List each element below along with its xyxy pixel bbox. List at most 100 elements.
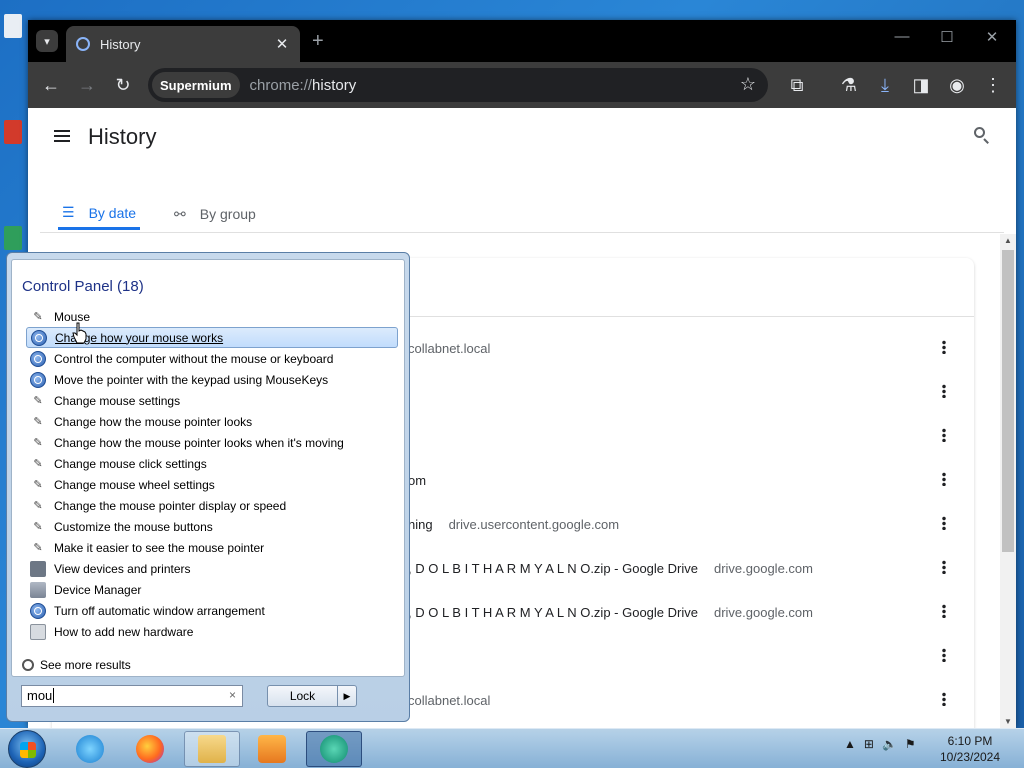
more-vert-icon[interactable] (942, 604, 946, 618)
start-button[interactable] (8, 730, 46, 768)
lock-button-label[interactable]: Lock (268, 686, 338, 706)
new-tab-button[interactable]: + (312, 30, 324, 53)
tab-history[interactable]: History ✕ (66, 26, 300, 62)
printer-icon (30, 560, 46, 577)
search-result-item[interactable]: ✎ Change how the mouse pointer looks when… (26, 432, 398, 453)
mouse-icon: ✎ (33, 521, 43, 533)
forward-button[interactable]: → (74, 72, 100, 98)
taskbar-firefox[interactable] (122, 731, 178, 767)
maximize-button[interactable]: ☐ (933, 28, 961, 46)
minimize-button[interactable]: — (888, 28, 916, 45)
more-vert-icon[interactable] (942, 384, 946, 398)
taskbar-supermium[interactable] (306, 731, 362, 767)
clock[interactable]: 6:10 PM 10/23/2024 (934, 733, 1006, 765)
downloads-button[interactable]: ⤓ (872, 72, 898, 98)
search-result-item[interactable]: ✎ Change mouse click settings (26, 453, 398, 474)
search-result-item[interactable]: ✎ Make it easier to see the mouse pointer (26, 537, 398, 558)
start-search-input[interactable]: mou × (21, 685, 243, 707)
search-result-item[interactable]: ✎ Change the mouse pointer display or spe… (26, 495, 398, 516)
search-result-label: Turn off automatic window arrangement (54, 603, 265, 618)
page-title: History (88, 124, 157, 149)
network-icon[interactable]: ⊞ (864, 737, 874, 751)
show-hidden-icons-icon[interactable]: ▲ (844, 737, 856, 751)
folder-icon (198, 735, 226, 763)
more-vert-icon[interactable] (942, 648, 946, 662)
lock-button[interactable]: Lock ▶ (267, 685, 357, 707)
system-tray: ▲ ⊞ 🔈 ⚑ (844, 737, 916, 751)
scroll-down-icon[interactable]: ▼ (1004, 717, 1012, 726)
tab-by-group[interactable]: ⚯ By group (170, 198, 260, 230)
clear-search-icon[interactable]: × (229, 688, 236, 702)
group-icon: ⚯ (174, 205, 186, 222)
search-result-label: Customize the mouse buttons (54, 519, 213, 534)
scroll-thumb[interactable] (1002, 250, 1014, 552)
search-result-label: Change mouse click settings (54, 456, 207, 471)
search-result-label: Change how the mouse pointer looks when … (54, 435, 344, 450)
scroll-up-icon[interactable]: ▲ (1004, 236, 1012, 245)
reload-icon: ↻ (115, 74, 131, 95)
taskbar-explorer[interactable] (184, 731, 240, 767)
history-favicon-icon (76, 37, 90, 51)
device-manager-icon (30, 581, 46, 598)
search-results-pane: Control Panel (18) ✎ Mouse Change how your… (11, 259, 405, 677)
back-button[interactable]: ← (38, 72, 64, 98)
close-window-button[interactable]: ✕ (978, 28, 1006, 46)
search-result-item[interactable]: ✎ Change mouse wheel settings (26, 474, 398, 495)
menu-icon[interactable] (54, 130, 70, 142)
taskbar-ie[interactable] (62, 731, 118, 767)
taskbar-media-player[interactable] (244, 731, 300, 767)
search-result-item[interactable]: ✎ Customize the mouse buttons (26, 516, 398, 537)
desktop-shortcut-icon[interactable] (4, 226, 22, 250)
reload-button[interactable]: ↻ (110, 72, 136, 98)
supermium-icon (320, 735, 348, 763)
search-icon[interactable] (972, 126, 992, 146)
url-host: history (312, 76, 357, 94)
download-icon: ⤓ (881, 74, 889, 95)
more-vert-icon[interactable] (942, 516, 946, 530)
side-panel-button[interactable]: ◨ (908, 72, 934, 98)
search-result-label: Control the computer without the mouse o… (54, 351, 334, 366)
site-chip[interactable]: Supermium (152, 72, 240, 98)
profile-button[interactable]: ◉ (944, 72, 970, 98)
search-result-label: Change the mouse pointer display or spee… (54, 498, 287, 513)
tab-by-date[interactable]: ☰ By date (58, 198, 141, 230)
search-result-item[interactable]: View devices and printers (26, 558, 398, 579)
search-result-item[interactable]: How to add new hardware (26, 621, 398, 642)
results-group-header[interactable]: Control Panel (18) (22, 278, 144, 295)
power-options-arrow-icon[interactable]: ▶ (338, 686, 356, 706)
extensions-button[interactable]: ⧉ (784, 72, 810, 98)
tab-close-icon[interactable]: ✕ (270, 35, 294, 53)
more-vert-icon[interactable] (942, 560, 946, 574)
search-result-item[interactable]: ✎ Change how the mouse pointer looks (26, 411, 398, 432)
url-scheme: chrome:// (249, 76, 313, 94)
bookmark-star-icon[interactable]: ☆ (740, 74, 756, 95)
volume-icon[interactable]: 🔈 (882, 737, 897, 751)
address-bar[interactable]: Supermium chrome:// history ☆ (148, 68, 768, 102)
tab-label: By group (199, 206, 256, 222)
tab-search-button[interactable]: ▾ (36, 30, 58, 52)
media-player-icon (258, 735, 286, 763)
labs-button[interactable]: ⚗ (836, 72, 862, 98)
action-center-flag-icon[interactable]: ⚑ (905, 737, 916, 751)
hand-cursor-icon (72, 322, 87, 344)
page-scrollbar[interactable]: ▲ ▼ (1000, 234, 1016, 728)
mouse-icon: ✎ (33, 500, 43, 512)
search-result-item[interactable]: Move the pointer with the keypad using M… (26, 369, 398, 390)
see-more-results-link[interactable]: See more results (22, 658, 131, 672)
browser-menu-button[interactable]: ⋮ (980, 72, 1006, 98)
desktop-shortcut-icon[interactable] (4, 14, 22, 38)
start-menu: Control Panel (18) ✎ Mouse Change how your… (6, 252, 410, 722)
taskbar: ▲ ⊞ 🔈 ⚑ 6:10 PM 10/23/2024 (0, 728, 1024, 768)
ease-of-access-icon (30, 371, 46, 388)
windows-logo-icon (20, 742, 36, 758)
more-vert-icon[interactable] (942, 472, 946, 486)
search-result-item[interactable]: Turn off automatic window arrangement (26, 600, 398, 621)
more-vert-icon[interactable] (942, 340, 946, 354)
more-vert-icon[interactable] (942, 692, 946, 706)
flask-icon: ⚗ (840, 74, 858, 95)
search-result-item[interactable]: ✎ Change mouse settings (26, 390, 398, 411)
search-result-item[interactable]: Control the computer without the mouse o… (26, 348, 398, 369)
more-vert-icon[interactable] (942, 428, 946, 442)
search-result-item[interactable]: Device Manager (26, 579, 398, 600)
desktop-shortcut-icon[interactable] (4, 120, 22, 144)
